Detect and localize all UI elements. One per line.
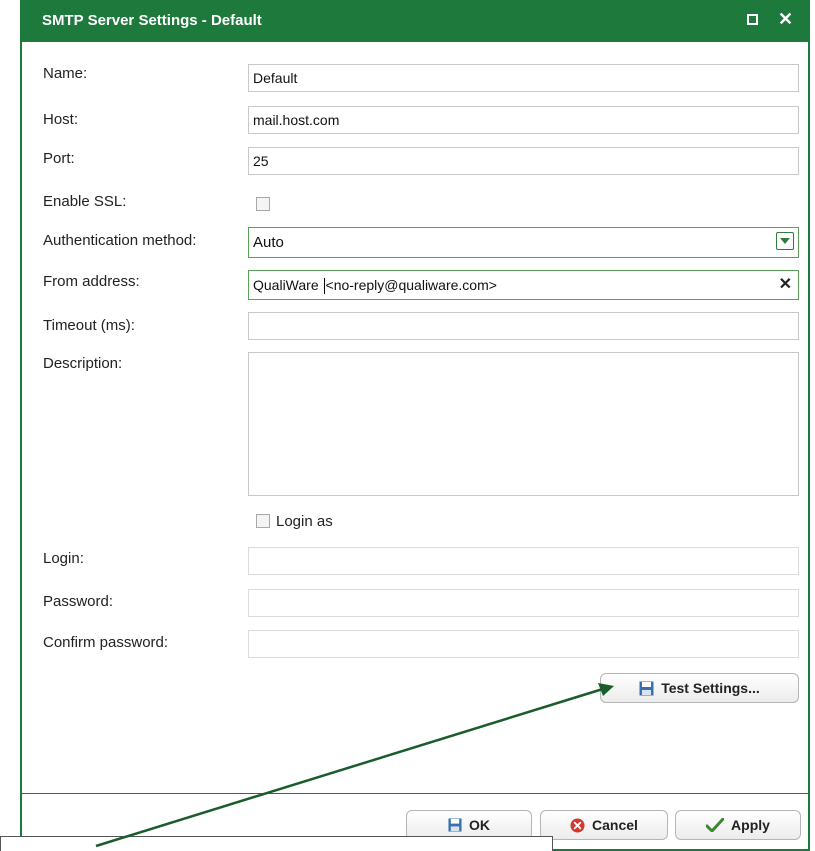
ssl-checkbox[interactable] xyxy=(256,197,270,211)
auth-method-select[interactable]: Auto xyxy=(248,227,799,258)
close-icon[interactable]: ✕ xyxy=(778,9,793,30)
from-label: From address: xyxy=(43,273,140,290)
name-label: Name: xyxy=(43,65,88,82)
login-as-label[interactable]: Login as xyxy=(276,513,333,530)
maximize-icon[interactable] xyxy=(747,14,758,25)
cancel-label: Cancel xyxy=(592,817,638,833)
description-textarea[interactable] xyxy=(248,352,799,496)
port-field[interactable]: 25 xyxy=(248,147,799,175)
cancel-icon xyxy=(570,817,585,833)
login-as-checkbox[interactable] xyxy=(256,514,270,528)
test-settings-button[interactable]: Test Settings... xyxy=(600,673,799,703)
name-value: Default xyxy=(253,70,298,86)
apply-label: Apply xyxy=(731,817,770,833)
from-address-field[interactable]: QualiWare <no-reply@qualiware.com> ✕ xyxy=(248,270,799,300)
login-label: Login: xyxy=(43,550,84,567)
host-label: Host: xyxy=(43,111,79,128)
checkmark-icon xyxy=(706,818,725,832)
password-field[interactable] xyxy=(248,589,799,617)
smtp-settings-dialog: SMTP Server Settings - Default ✕ Name: D… xyxy=(20,0,810,851)
dialog-title: SMTP Server Settings - Default xyxy=(42,12,262,29)
timeout-field[interactable] xyxy=(248,312,799,340)
port-label: Port: xyxy=(43,150,75,167)
host-value: mail.host.com xyxy=(253,112,340,128)
password-label: Password: xyxy=(43,593,114,610)
chevron-down-icon[interactable] xyxy=(776,232,794,250)
name-field[interactable]: Default xyxy=(248,64,799,92)
from-value-part1: QualiWare xyxy=(253,277,323,293)
save-icon xyxy=(448,818,462,832)
host-field[interactable]: mail.host.com xyxy=(248,106,799,134)
ok-label: OK xyxy=(469,817,490,833)
auth-label: Authentication method: xyxy=(43,232,197,249)
footer-divider xyxy=(22,793,808,794)
title-bar[interactable]: SMTP Server Settings - Default ✕ xyxy=(22,0,808,42)
auth-method-value: Auto xyxy=(253,234,284,251)
timeout-label: Timeout (ms): xyxy=(43,317,135,334)
description-label: Description: xyxy=(43,355,123,372)
from-value-part2: <no-reply@qualiware.com> xyxy=(325,277,497,293)
port-value: 25 xyxy=(253,153,269,169)
test-settings-label: Test Settings... xyxy=(661,680,760,696)
text-cursor xyxy=(323,278,325,295)
save-icon xyxy=(639,681,654,695)
confirm-password-label: Confirm password: xyxy=(43,634,169,651)
cancel-button[interactable]: Cancel xyxy=(540,810,668,840)
annotation-callout-box xyxy=(0,836,553,851)
login-field[interactable] xyxy=(248,547,799,575)
ssl-label: Enable SSL: xyxy=(43,193,127,210)
clear-icon[interactable]: ✕ xyxy=(779,271,792,299)
apply-button[interactable]: Apply xyxy=(675,810,801,840)
confirm-password-field[interactable] xyxy=(248,630,799,658)
